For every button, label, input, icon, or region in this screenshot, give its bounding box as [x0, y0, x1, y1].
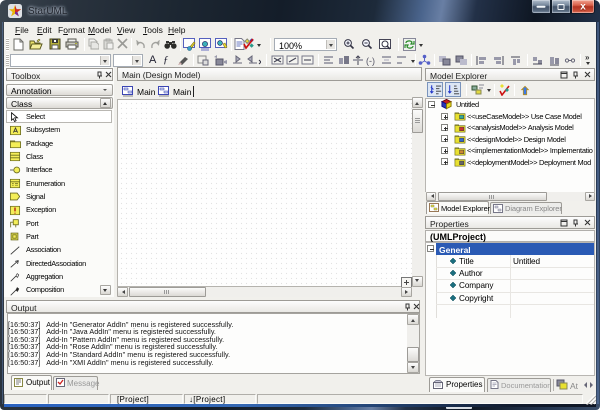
svg-text:(-): (-) [366, 56, 375, 66]
